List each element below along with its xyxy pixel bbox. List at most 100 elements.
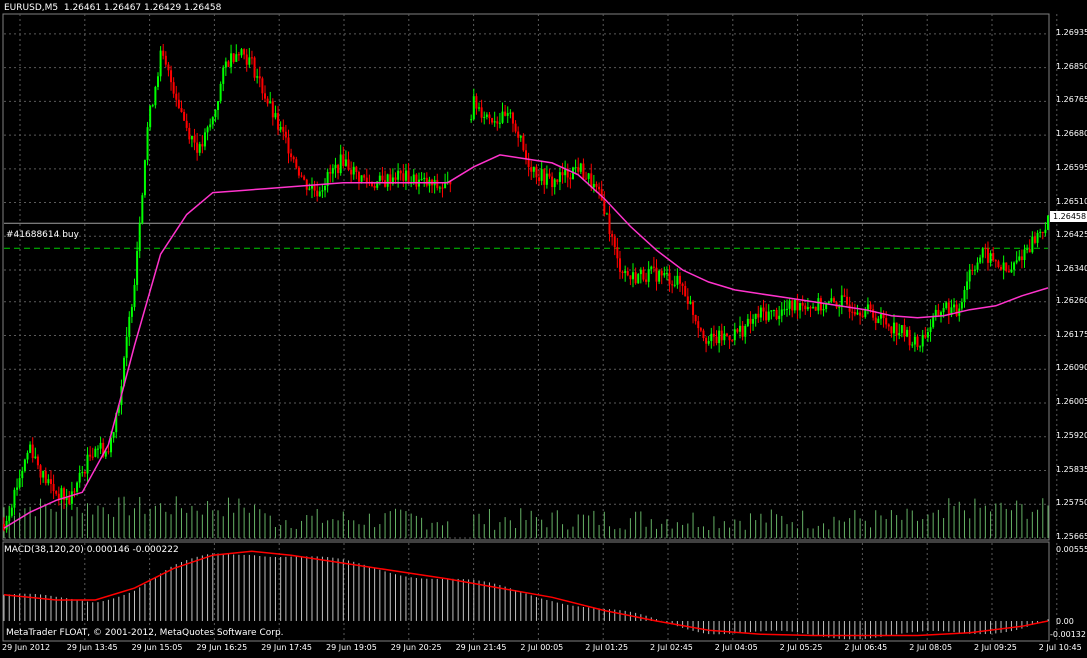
- candle-body: [647, 269, 650, 282]
- price-tick-label: 1.25665: [1056, 532, 1087, 541]
- candle-body: [976, 262, 979, 270]
- candle-body: [36, 456, 39, 466]
- candle-body: [885, 318, 888, 325]
- candle-body: [318, 191, 321, 197]
- candle-body: [44, 470, 47, 484]
- order-label[interactable]: #41688614 buy: [6, 230, 79, 240]
- candle-body: [517, 131, 520, 138]
- candle-body: [689, 301, 692, 304]
- chart-canvas[interactable]: [0, 0, 1087, 658]
- price-tick-label: 1.26935: [1056, 27, 1087, 37]
- candle-body: [363, 175, 366, 178]
- candle-body: [997, 261, 1000, 267]
- candle-body: [162, 50, 165, 56]
- candle-body: [138, 223, 141, 252]
- candle-body: [1044, 229, 1047, 234]
- price-tick-label: 1.26260: [1056, 295, 1087, 305]
- candle-body: [227, 61, 230, 67]
- candle-body: [538, 177, 541, 181]
- candle-body: [206, 127, 209, 133]
- candle-body: [480, 107, 483, 118]
- candle-body: [906, 329, 909, 337]
- time-tick-label: 29 Jun 20:25: [390, 643, 442, 652]
- candle-body: [770, 310, 773, 312]
- candle-body: [394, 177, 397, 180]
- candle-body: [506, 113, 509, 116]
- candle-body: [937, 309, 940, 316]
- candle-body: [986, 248, 989, 263]
- candle-body: [968, 269, 971, 282]
- candle-body: [271, 101, 274, 118]
- candle-body: [420, 178, 423, 180]
- candle-body: [577, 167, 580, 172]
- candle-body: [438, 187, 441, 189]
- time-tick-label: 2 Jul 00:05: [520, 643, 564, 652]
- candle-body: [561, 172, 564, 176]
- candle-body: [514, 123, 517, 132]
- candle-body: [172, 82, 175, 94]
- candle-body: [248, 57, 251, 65]
- main-chart-frame: [2, 13, 1050, 541]
- candle-body: [992, 253, 995, 261]
- candle-body: [984, 248, 987, 250]
- candle-body: [864, 309, 867, 317]
- candle-body: [613, 236, 616, 248]
- candle-body: [290, 153, 293, 158]
- candle-body: [1013, 262, 1016, 270]
- ohlc-values: 1.26461 1.26467 1.26429 1.26458: [63, 3, 222, 13]
- candle-body: [282, 126, 285, 132]
- candle-body: [678, 275, 681, 284]
- candle-body: [663, 273, 666, 276]
- candle-body: [783, 309, 786, 311]
- candle-body: [70, 491, 73, 504]
- candle-body: [407, 170, 410, 184]
- candle-body: [634, 272, 637, 284]
- candle-body: [809, 307, 812, 309]
- candle-body: [355, 166, 358, 172]
- candle-body: [712, 333, 715, 337]
- candle-body: [504, 111, 507, 116]
- price-tick-label: 1.26425: [1056, 230, 1087, 240]
- candle-body: [736, 329, 739, 332]
- candle-body: [697, 321, 700, 329]
- candle-body: [582, 163, 585, 179]
- candle-body: [705, 338, 708, 344]
- candle-body: [350, 169, 353, 175]
- metatrader-chart-window[interactable]: EURUSD,M5 1.26461 1.26467 1.26429 1.2645…: [0, 0, 1087, 658]
- candle-body: [1026, 249, 1029, 251]
- candle-body: [626, 271, 629, 276]
- candle-body: [994, 260, 997, 262]
- candle-body: [496, 121, 499, 124]
- current-price-tag: 1.26458: [1050, 211, 1087, 222]
- candle-body: [553, 179, 556, 188]
- candle-body: [185, 120, 188, 128]
- candle-body: [34, 456, 37, 459]
- candle-body: [890, 326, 893, 334]
- candle-body: [932, 316, 935, 328]
- candle-body: [796, 299, 799, 311]
- macd-frame: [2, 541, 1050, 642]
- candle-body: [175, 93, 178, 100]
- candle-body: [470, 119, 473, 121]
- candle-body: [156, 76, 159, 87]
- candle-body: [342, 154, 345, 166]
- candle-body: [8, 515, 11, 521]
- candle-body: [548, 173, 551, 177]
- candle-body: [715, 336, 718, 344]
- candle-body: [256, 76, 259, 78]
- candle-body: [522, 135, 525, 151]
- candle-body: [592, 183, 595, 188]
- candle-body: [198, 144, 201, 153]
- candle-body: [830, 298, 833, 302]
- candle-body: [752, 318, 755, 324]
- candle-body: [397, 170, 400, 180]
- chart-header: EURUSD,M5 1.26461 1.26467 1.26429 1.2645…: [4, 3, 221, 13]
- candle-body: [759, 307, 762, 318]
- candle-body: [866, 304, 869, 310]
- candle-body: [201, 144, 204, 147]
- candle-body: [423, 177, 426, 179]
- candle-body: [595, 183, 598, 187]
- price-tick-label: 1.26340: [1056, 264, 1087, 274]
- time-tick-label: 29 Jun 13:45: [66, 643, 118, 652]
- candle-body: [47, 479, 50, 484]
